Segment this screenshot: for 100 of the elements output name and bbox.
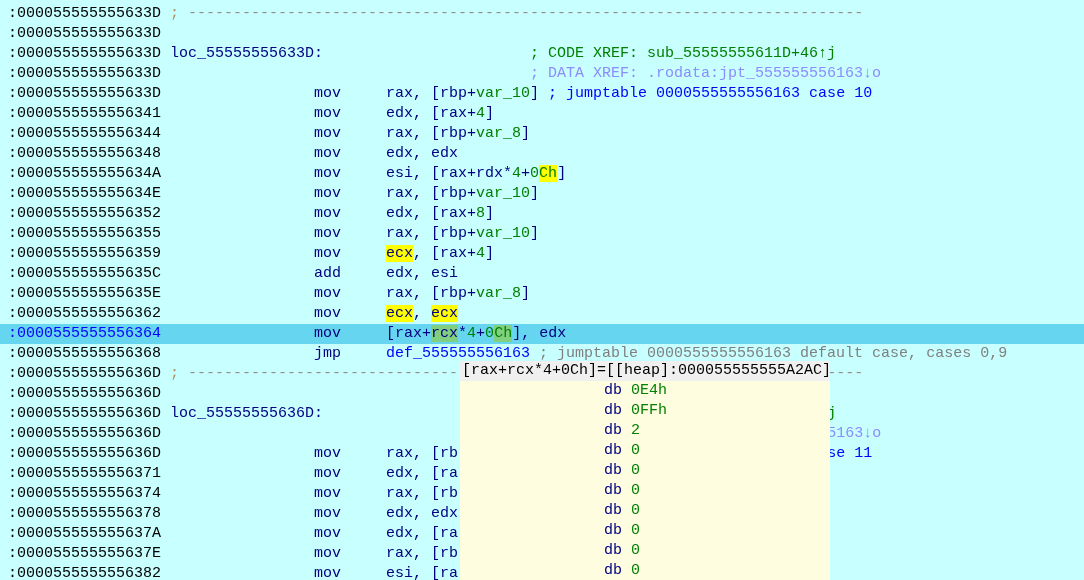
- mnemonic: mov: [314, 184, 343, 204]
- mnemonic: mov: [314, 204, 343, 224]
- directive: db: [604, 461, 623, 481]
- mnemonic: mov: [314, 144, 343, 164]
- comment: ; DATA XREF: .rodata:jpt_555555556163↓o: [530, 64, 882, 84]
- mnemonic: mov: [314, 84, 343, 104]
- operand: ecx, ecx: [386, 304, 460, 324]
- mnemonic: mov: [314, 544, 343, 564]
- operand: rax, [rbp+var_8]: [386, 124, 531, 144]
- directive: db: [604, 501, 623, 521]
- mnemonic: mov: [314, 484, 343, 504]
- byte-value: 2: [631, 421, 641, 441]
- operand: rax, [rb: [386, 544, 460, 564]
- mnemonic: mov: [314, 304, 343, 324]
- directive: db: [604, 421, 623, 441]
- address: :0000555555556364: [8, 324, 163, 344]
- directive: db: [604, 561, 623, 580]
- address: :0000555555556362: [8, 304, 163, 324]
- byte-value: 0FFh: [631, 401, 667, 421]
- address: :000055555555634A: [8, 164, 163, 184]
- address: :0000555555556371: [8, 464, 163, 484]
- operand: esi, [rax+rdx*4+0Ch]: [386, 164, 567, 184]
- comment: ; jumptable 0000555555556163 default case, cases 0,9: [539, 344, 1008, 363]
- operand: rax, [rb: [386, 484, 460, 504]
- code-label: loc_55555555633D:: [170, 44, 325, 64]
- operand: ecx, [rax+4]: [386, 244, 496, 264]
- mnemonic: add: [314, 264, 343, 284]
- operand: rax, [rbp+var_8]: [386, 284, 531, 304]
- comment: ; ---------------------------------------------------------------------------: [170, 4, 864, 24]
- address: :0000555555556382: [8, 564, 163, 580]
- address: :000055555555635C: [8, 264, 163, 284]
- operand: rax, [rbp+var_10]: [386, 224, 540, 244]
- byte-value: 0: [631, 481, 641, 501]
- mnemonic: mov: [314, 104, 343, 124]
- mnemonic: mov: [314, 164, 343, 184]
- byte-value: 0: [631, 541, 641, 561]
- address: :0000555555556352: [8, 204, 163, 224]
- address: :000055555555633D: [8, 44, 163, 64]
- mnemonic: mov: [314, 244, 343, 264]
- comment: ; CODE XREF: sub_55555555611D+46↑j: [530, 44, 837, 64]
- comment: ; ------------------------------: [170, 364, 459, 384]
- operand: edx, edx: [386, 504, 460, 524]
- mnemonic: mov: [314, 444, 343, 464]
- address: :0000555555556378: [8, 504, 163, 524]
- address: :000055555555636D: [8, 444, 163, 464]
- address: :000055555555633D: [8, 84, 163, 104]
- address: :0000555555556348: [8, 144, 163, 164]
- directive: db: [604, 441, 623, 461]
- operand: esi, [ra: [386, 564, 460, 580]
- address: :000055555555633D: [8, 24, 163, 44]
- directive: db: [604, 401, 623, 421]
- address: :000055555555636D: [8, 364, 163, 384]
- address: :0000555555556344: [8, 124, 163, 144]
- mnemonic: mov: [314, 464, 343, 484]
- address: :000055555555637A: [8, 524, 163, 544]
- mnemonic: mov: [314, 284, 343, 304]
- address: :000055555555637E: [8, 544, 163, 564]
- operand: edx, [rax+8]: [386, 204, 496, 224]
- address: :000055555555636D: [8, 384, 163, 404]
- mnemonic: mov: [314, 124, 343, 144]
- address: :000055555555635E: [8, 284, 163, 304]
- comment-fragment: 5163↓o: [827, 424, 882, 444]
- code-label: loc_55555555636D:: [170, 404, 325, 424]
- mnemonic: jmp: [314, 344, 343, 364]
- operand: [rax+rcx*4+0Ch], edx: [386, 324, 567, 344]
- directive: db: [604, 481, 623, 501]
- mnemonic: mov: [314, 564, 343, 580]
- operand: edx, [ra: [386, 524, 460, 544]
- operand: rax, [rb: [386, 444, 460, 464]
- comment-fragment: ----: [827, 365, 864, 384]
- comment: ; jumptable 0000555555556163 case 10: [548, 84, 873, 104]
- mnemonic: mov: [314, 504, 343, 524]
- address: :0000555555556368: [8, 344, 163, 364]
- mnemonic: mov: [314, 324, 343, 344]
- operand: edx, [rax+4]: [386, 104, 496, 124]
- mnemonic: mov: [314, 524, 343, 544]
- address: :000055555555633D: [8, 4, 163, 24]
- address: :0000555555556355: [8, 224, 163, 244]
- address: :0000555555556341: [8, 104, 163, 124]
- byte-value: 0E4h: [631, 381, 667, 401]
- address: :000055555555636D: [8, 404, 163, 424]
- operand: rax, [rbp+var_10]: [386, 84, 540, 104]
- operand: def_555555556163: [386, 344, 531, 363]
- directive: db: [604, 521, 623, 541]
- byte-value: 0: [631, 521, 641, 541]
- address: :0000555555556374: [8, 484, 163, 504]
- address: :000055555555634E: [8, 184, 163, 204]
- byte-value: 0: [631, 561, 641, 580]
- operand: edx, esi: [386, 264, 460, 284]
- address: :0000555555556359: [8, 244, 163, 264]
- byte-value: 0: [631, 461, 641, 481]
- operand: edx, [ra: [386, 464, 460, 484]
- directive: db: [604, 541, 623, 561]
- mnemonic: mov: [314, 224, 343, 244]
- directive: db: [604, 381, 623, 401]
- address: :000055555555633D: [8, 64, 163, 84]
- address: :000055555555636D: [8, 424, 163, 444]
- operand: edx, edx: [386, 144, 460, 164]
- operand: rax, [rbp+var_10]: [386, 184, 540, 204]
- tooltip-header: [rax+rcx*4+0Ch]=[[heap]:000055555555A2AC]: [460, 361, 830, 381]
